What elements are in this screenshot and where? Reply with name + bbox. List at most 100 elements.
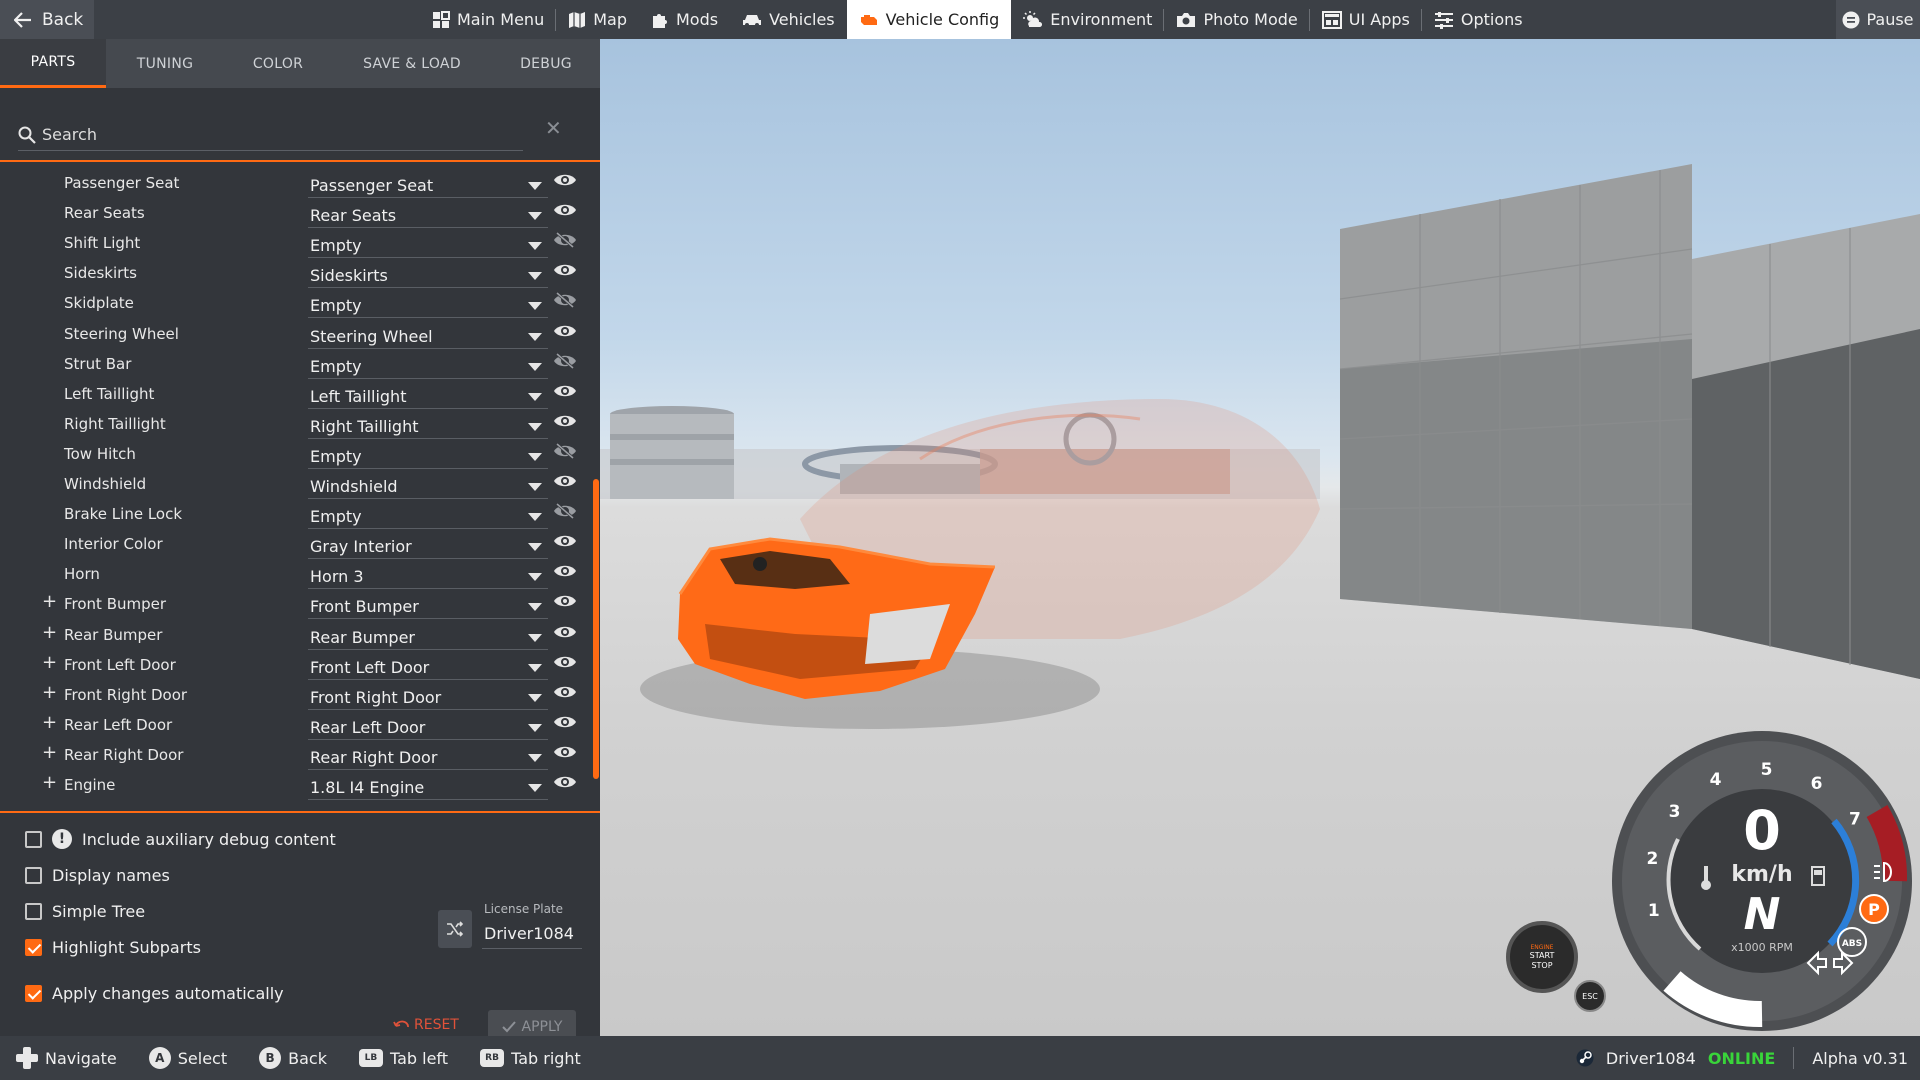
part-row[interactable]: + Front Left Door Front Left Door [0,650,590,680]
eye-off-icon[interactable] [553,292,577,309]
highlight-subparts-checkbox[interactable] [25,939,42,956]
part-dropdown[interactable]: Rear Left Door [308,713,548,740]
display-names-checkbox[interactable] [25,867,42,884]
reset-button[interactable]: RESET [393,1017,459,1033]
eye-icon[interactable] [553,262,577,278]
option-highlight-subparts[interactable]: Highlight Subparts [25,938,201,957]
part-dropdown[interactable]: Empty [308,291,548,319]
part-dropdown[interactable]: Sideskirts [308,261,548,289]
menu-options[interactable]: Options [1422,0,1535,39]
menu-ui-apps[interactable]: UI Apps [1310,0,1422,39]
part-row[interactable]: Strut Bar Empty [0,349,590,379]
simple-tree-checkbox[interactable] [25,903,42,920]
part-row[interactable]: Horn Horn 3 [0,559,590,590]
eye-off-icon[interactable] [553,352,577,369]
eye-off-icon[interactable] [553,503,577,520]
eye-icon[interactable] [553,323,577,339]
eye-icon[interactable] [553,383,577,399]
option-simple-tree[interactable]: Simple Tree [25,902,145,921]
part-dropdown[interactable]: Left Taillight [308,382,548,409]
tab-save-load[interactable]: SAVE & LOAD [332,39,492,88]
part-row[interactable]: Windshield Windshield [0,469,590,499]
part-dropdown[interactable]: Empty [308,502,548,530]
expand-plus-icon[interactable]: + [42,742,57,763]
back-button[interactable]: Back [0,0,94,39]
hint-tab-right[interactable]: RB Tab right [480,1049,581,1068]
eye-icon[interactable] [553,593,577,609]
3d-viewport[interactable]: 1 2 3 4 5 6 7 0 km/h N x1000 RPM P ABS ENGINE … [600,39,1920,1036]
expand-plus-icon[interactable]: + [42,652,57,673]
eye-icon[interactable] [553,654,577,670]
eye-icon[interactable] [553,172,577,188]
part-row[interactable]: + Front Bumper Front Bumper [0,589,590,620]
search-input[interactable]: Search [18,119,523,151]
expand-plus-icon[interactable]: + [42,622,57,643]
eye-icon[interactable] [553,202,577,218]
expand-plus-icon[interactable]: + [42,682,57,703]
menu-vehicles[interactable]: Vehicles [730,0,847,39]
expand-plus-icon[interactable]: + [42,712,57,733]
option-aux-debug[interactable]: ! Include auxiliary debug content [25,829,336,849]
eye-icon[interactable] [553,473,577,489]
hint-back[interactable]: B Back [259,1047,327,1069]
part-dropdown[interactable]: Right Taillight [308,412,548,439]
part-dropdown[interactable]: Front Bumper [308,592,548,620]
shuffle-plate-button[interactable] [438,910,472,948]
part-dropdown[interactable]: Windshield [308,472,548,499]
part-row[interactable]: Left Taillight Left Taillight [0,379,590,409]
expand-plus-icon[interactable]: + [42,772,57,793]
part-row[interactable]: + Rear Right Door Rear Right Door [0,740,590,770]
expand-plus-icon[interactable]: + [42,591,57,612]
eye-icon[interactable] [553,714,577,730]
part-row[interactable]: + Rear Bumper Rear Bumper [0,620,590,650]
part-row[interactable]: Sideskirts Sideskirts [0,258,590,289]
eye-icon[interactable] [553,413,577,429]
clear-search-icon[interactable]: ✕ [545,116,562,140]
tab-tuning[interactable]: TUNING [106,39,224,88]
menu-map[interactable]: Map [556,0,639,39]
part-row[interactable]: Skidplate Empty [0,288,590,319]
part-dropdown[interactable]: Gray Interior [308,532,548,560]
eye-icon[interactable] [553,744,577,760]
eye-icon[interactable] [553,563,577,579]
pause-button[interactable]: Pause [1836,0,1920,39]
tab-debug[interactable]: DEBUG [492,39,600,88]
menu-main-menu[interactable]: Main Menu [420,0,557,39]
part-row[interactable]: Shift Light Empty [0,228,590,259]
part-row[interactable]: + Engine 1.8L I4 Engine [0,770,590,800]
esc-button[interactable]: ESC [1574,980,1606,1012]
eye-icon[interactable] [553,624,577,640]
menu-vehicle-config[interactable]: Vehicle Config [846,0,1012,39]
part-row[interactable]: Passenger Seat Passenger Seat [0,168,590,198]
part-dropdown[interactable]: Front Left Door [308,653,548,680]
eye-icon[interactable] [553,774,577,790]
part-row[interactable]: Brake Line Lock Empty [0,499,590,530]
part-row[interactable]: + Rear Left Door Rear Left Door [0,710,590,740]
tab-parts[interactable]: PARTS [0,39,106,88]
part-row[interactable]: Interior Color Gray Interior [0,529,590,560]
eye-off-icon[interactable] [553,232,577,249]
apply-auto-checkbox[interactable] [25,985,42,1002]
part-row[interactable]: + Front Right Door Front Right Door [0,680,590,710]
hint-select[interactable]: A Select [148,1047,227,1069]
part-dropdown[interactable]: Rear Bumper [308,623,548,650]
part-dropdown[interactable]: Empty [308,352,548,379]
part-dropdown[interactable]: Rear Seats [308,201,548,229]
eye-icon[interactable] [553,533,577,549]
parts-scrollbar[interactable] [593,479,599,779]
part-dropdown[interactable]: Passenger Seat [308,171,548,198]
hint-tab-left[interactable]: LB Tab left [358,1049,448,1068]
part-dropdown[interactable]: Rear Right Door [308,743,548,770]
part-dropdown[interactable]: Front Right Door [308,683,548,710]
license-plate-input[interactable]: Driver1084 [482,919,582,949]
menu-environment[interactable]: Environment [1011,0,1165,39]
engine-start-stop-button[interactable]: ENGINE START STOP [1506,921,1578,993]
hint-navigate[interactable]: Navigate [16,1047,117,1069]
tab-color[interactable]: COLOR [224,39,332,88]
part-dropdown[interactable]: Steering Wheel [308,322,548,349]
menu-photo-mode[interactable]: Photo Mode [1164,0,1311,39]
part-dropdown[interactable]: Empty [308,231,548,259]
part-dropdown[interactable]: Horn 3 [308,562,548,590]
eye-icon[interactable] [553,684,577,700]
part-row[interactable]: Steering Wheel Steering Wheel [0,319,590,349]
